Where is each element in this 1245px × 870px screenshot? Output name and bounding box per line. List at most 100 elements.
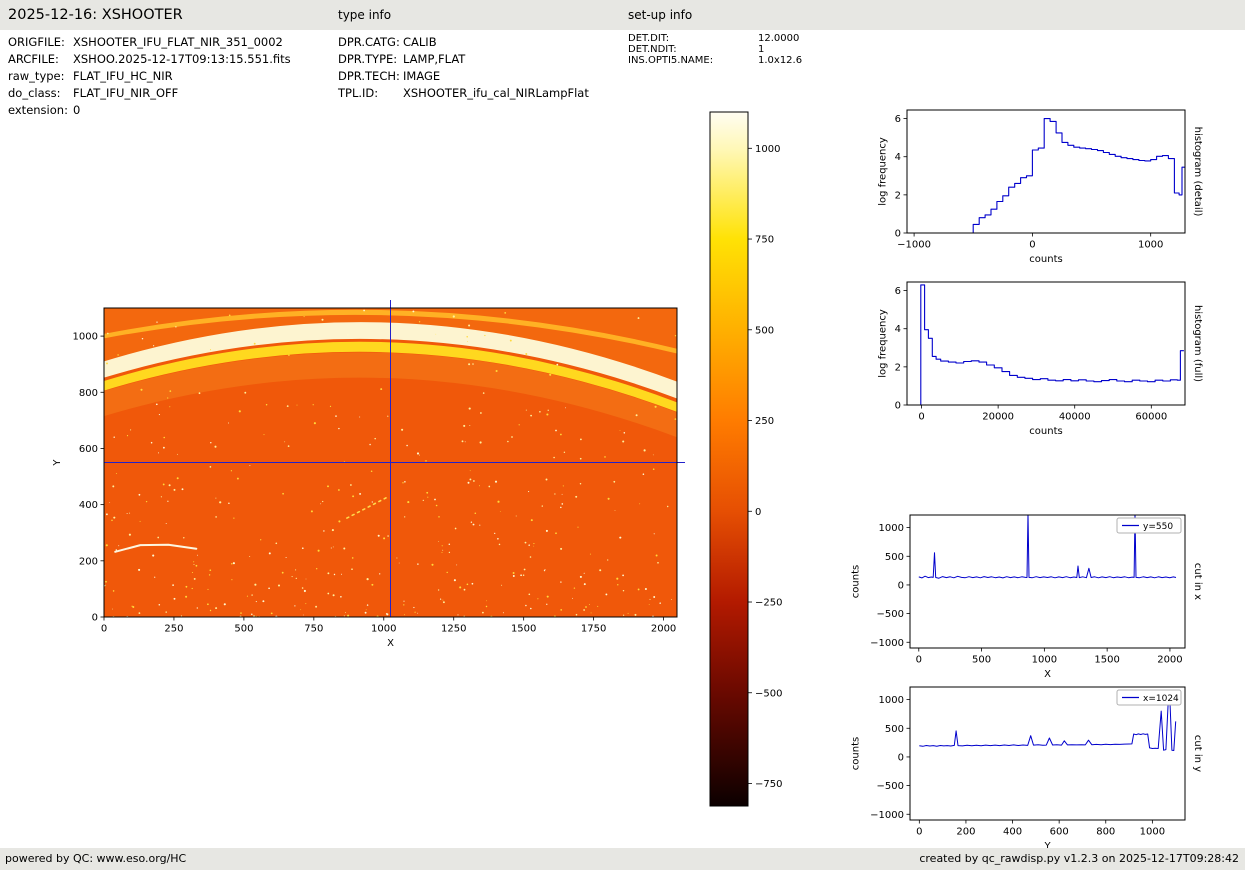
speckle [555,532,557,534]
y-tick-label: −1000 [870,810,904,821]
x-tick-label: 1000 [371,624,396,635]
y-axis-label: counts [851,737,862,770]
speckle [560,434,562,436]
speckle [431,564,433,566]
speckle [653,596,655,598]
x-tick-label: 40000 [1059,412,1091,423]
speckle [562,494,563,495]
speckle [156,403,158,405]
speckle [638,588,640,590]
speckle [210,610,211,611]
y-tick-label: 2 [895,190,901,201]
speckle [653,468,655,470]
speckle [425,460,427,462]
speckle [300,609,301,610]
speckle [151,442,153,444]
speckle [653,454,654,455]
speckle [139,612,141,614]
speckle [504,312,506,314]
speckle [564,452,565,453]
speckle [530,556,532,558]
speckle [511,436,513,438]
speckle [315,606,317,608]
speckle [158,452,159,453]
speckle [667,506,668,507]
speckle [628,613,629,614]
x-tick-label: 500 [234,624,253,635]
speckle [127,435,128,436]
speckle [268,587,270,589]
speckle [649,599,650,600]
series-group [919,702,1175,750]
speckle [286,557,287,558]
speckle [383,537,385,539]
speckle [169,406,170,407]
speckle [449,552,450,553]
speckle [231,563,233,565]
speckle [369,444,371,446]
x-tick-label: 0 [918,412,924,423]
speckle [639,503,640,504]
speckle [459,586,461,588]
speckle [251,614,253,616]
cut-in-y: 02004006008001000−1000−50005001000Ycount… [851,687,1204,852]
speckle [396,557,397,558]
speckle [139,494,141,496]
speckle [177,454,178,455]
cut-in-x: 0500100015002000−1000−50005001000Xcounts… [851,513,1204,680]
speckle [580,458,582,460]
speckle [507,441,509,443]
speckle [471,522,472,523]
speckle [350,484,352,486]
series-line [919,285,1184,405]
speckle [210,349,211,350]
speckle [215,516,217,518]
speckle [399,563,400,564]
speckle [644,449,646,451]
speckle [189,347,190,348]
speckle [142,338,143,339]
speckle [589,604,590,605]
speckle [402,482,403,483]
x-tick-label: 0 [916,827,922,838]
y-tick-label: 1000 [73,332,98,343]
speckle [175,326,176,327]
speckle [340,596,342,598]
speckle [249,556,250,557]
speckle [655,406,657,408]
speckle [407,501,409,503]
speckle [185,586,187,588]
speckle [480,441,482,443]
speckle [140,389,142,391]
speckle [563,485,564,486]
speckle [296,578,297,579]
speckle [419,321,420,322]
legend-label: x=1024 [1143,694,1179,704]
speckle [605,593,607,595]
speckle [177,477,179,479]
speckle [523,574,524,575]
speckle [209,569,211,571]
speckle [335,415,337,417]
speckle [657,562,659,564]
y-tick-label: 500 [885,552,904,563]
speckle [169,484,171,486]
speckle [303,615,304,616]
speckle [525,542,527,544]
speckle [544,570,545,571]
speckle [469,408,471,410]
speckle [468,324,470,326]
speckle [465,441,466,442]
speckle [233,518,234,519]
x-tick-label: 400 [1003,827,1022,838]
speckle [207,603,209,605]
speckle [467,341,468,342]
x-tick-label: 250 [164,624,183,635]
speckle [332,529,334,531]
speckle [320,503,321,504]
speckle [284,441,285,442]
speckle [129,513,130,514]
x-tick-label: −1000 [897,240,931,251]
speckle [387,416,388,417]
speckle [453,315,455,317]
